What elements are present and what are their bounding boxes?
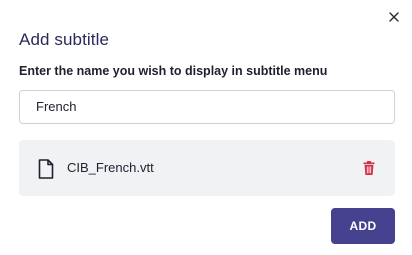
- subtitle-file-name: CIB_French.vtt: [67, 160, 154, 175]
- subtitle-name-input[interactable]: French: [19, 90, 395, 124]
- close-icon[interactable]: [386, 9, 402, 25]
- subtitle-name-label: Enter the name you wish to display in su…: [19, 64, 328, 78]
- trash-icon[interactable]: [363, 161, 375, 175]
- dialog-title: Add subtitle: [19, 30, 110, 49]
- add-subtitle-dialog: Add subtitle Enter the name you wish to …: [0, 0, 412, 255]
- file-icon: [38, 159, 54, 179]
- subtitle-file-row: CIB_French.vtt: [19, 140, 395, 196]
- add-button[interactable]: ADD: [331, 208, 395, 244]
